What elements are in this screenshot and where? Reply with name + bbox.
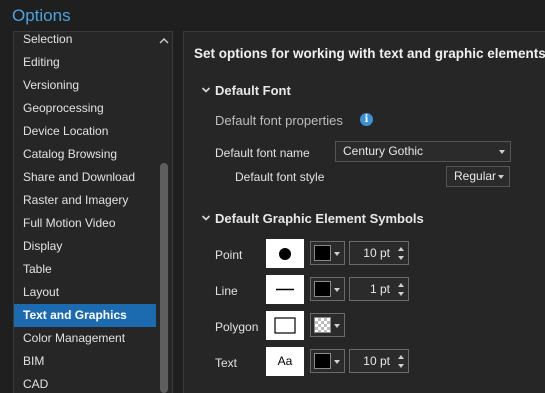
chevron-down-icon [498, 175, 504, 179]
default-font-section-header[interactable]: Default Font [201, 83, 291, 98]
point-symbol-preview[interactable] [266, 239, 304, 268]
nav-item-full-motion-video[interactable]: Full Motion Video [14, 212, 156, 235]
spin-down-icon[interactable] [398, 364, 404, 368]
nav-item-display[interactable]: Display [14, 235, 156, 258]
panel-heading: Set options for working with text and gr… [194, 46, 545, 61]
nav-item-device-location[interactable]: Device Location [14, 120, 156, 143]
spin-down-icon[interactable] [398, 292, 404, 296]
point-size-value: 10 pt [363, 246, 390, 260]
spin-down-icon[interactable] [398, 256, 404, 260]
line-symbol-icon [276, 288, 294, 291]
window-title: Options [12, 6, 71, 25]
polygon-fill-picker[interactable] [310, 313, 345, 337]
default-font-style-label: Default font style [235, 170, 325, 184]
scrollbar-thumb[interactable] [160, 163, 168, 393]
line-symbol-preview[interactable] [266, 275, 304, 304]
nav-item-table[interactable]: Table [14, 258, 156, 281]
nav-item-raster-and-imagery[interactable]: Raster and Imagery [14, 189, 156, 212]
chevron-down-icon [334, 324, 340, 328]
default-font-name-dropdown[interactable]: Century Gothic [335, 141, 511, 162]
chevron-down-icon [499, 150, 505, 154]
default-font-name-label: Default font name [215, 146, 310, 160]
polygon-label: Polygon [215, 320, 259, 334]
settings-panel: Set options for working with text and gr… [183, 31, 545, 393]
color-swatch [314, 281, 331, 297]
font-style-value: Regular [454, 169, 497, 183]
nav-scrollbar[interactable] [156, 32, 172, 393]
nav-item-text-and-graphics[interactable]: Text and Graphics [14, 304, 156, 327]
line-color-picker[interactable] [310, 277, 345, 301]
nav-item-geoprocessing[interactable]: Geoprocessing [14, 97, 156, 120]
text-color-picker[interactable] [310, 349, 345, 373]
symbols-section-header[interactable]: Default Graphic Element Symbols [201, 211, 424, 226]
text-symbol-preview[interactable]: Aa [266, 347, 304, 376]
spin-up-icon[interactable] [398, 355, 404, 359]
chevron-down-icon [334, 252, 340, 256]
default-font-subheading: Default font properties [215, 113, 343, 128]
nav-item-editing[interactable]: Editing [14, 51, 156, 74]
nav-item-bim[interactable]: BIM [14, 350, 156, 373]
info-icon[interactable]: i [360, 113, 373, 126]
options-nav-list[interactable]: Selection Editing Versioning Geoprocessi… [13, 31, 173, 393]
chevron-down-icon [201, 215, 211, 221]
line-width-value: 1 pt [369, 282, 390, 296]
nav-item-layout[interactable]: Layout [14, 281, 156, 304]
title-bar: Options [0, 0, 545, 31]
color-swatch [314, 353, 331, 369]
scroll-up-icon[interactable] [158, 35, 170, 47]
no-color-swatch [314, 317, 331, 333]
chevron-down-icon [201, 87, 211, 93]
nav-item-selection[interactable]: Selection [14, 32, 156, 51]
line-width-spinner[interactable]: 1 pt [349, 277, 409, 301]
font-name-value: Century Gothic [343, 144, 424, 158]
default-font-style-dropdown[interactable]: Regular [446, 166, 510, 187]
text-size-value: 10 pt [363, 354, 390, 368]
chevron-down-icon [334, 288, 340, 292]
nav-item-share-and-download[interactable]: Share and Download [14, 166, 156, 189]
symbols-section-title: Default Graphic Element Symbols [215, 211, 424, 226]
text-size-spinner[interactable]: 10 pt [349, 349, 409, 373]
point-size-spinner[interactable]: 10 pt [349, 241, 409, 265]
nav-item-versioning[interactable]: Versioning [14, 74, 156, 97]
polygon-symbol-preview[interactable] [266, 311, 304, 340]
nav-item-catalog-browsing[interactable]: Catalog Browsing [14, 143, 156, 166]
line-label: Line [215, 284, 238, 298]
nav-item-cad[interactable]: CAD [14, 373, 156, 393]
chevron-down-icon [334, 360, 340, 364]
spin-up-icon[interactable] [398, 247, 404, 251]
color-swatch [314, 245, 331, 261]
point-color-picker[interactable] [310, 241, 345, 265]
nav-item-color-management[interactable]: Color Management [14, 327, 156, 350]
polygon-symbol-icon [274, 317, 296, 334]
point-symbol-icon [279, 248, 291, 260]
default-font-section-title: Default Font [215, 83, 291, 98]
spin-up-icon[interactable] [398, 283, 404, 287]
point-label: Point [215, 248, 243, 262]
text-label: Text [215, 356, 238, 370]
